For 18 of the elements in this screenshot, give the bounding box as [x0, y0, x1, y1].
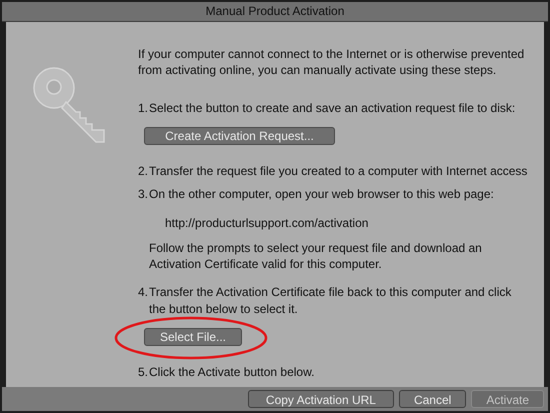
step-text: Click the Activate button below.	[149, 364, 314, 381]
dialog-button[interactable]: Copy Activation URL	[248, 390, 394, 408]
step-text: Transfer the Activation Certificate file back to this computer and click the button below to select it.	[149, 284, 512, 318]
step-text: On the other computer, open your web browser to this web page:	[149, 186, 494, 203]
step-text: Transfer the request file you created to a computer with Internet access	[149, 162, 528, 180]
url-text: http://producturlsupport.com/activation	[165, 214, 370, 231]
step-text: Select the button to create and save an activation request file to disk:	[149, 100, 516, 117]
step-number: 3.	[138, 186, 149, 203]
step-number: 2.	[138, 162, 149, 180]
note-text: Follow the prompts to select your request file and download an Activation Certificate valid for this computer.	[149, 240, 483, 272]
dialog-button[interactable]: Cancel	[398, 390, 466, 408]
action-button[interactable]: Create Activation Request...	[144, 126, 335, 145]
step-number: 4.	[138, 284, 149, 301]
window-title: Manual Product Activation	[206, 3, 344, 20]
intro-text: If your computer cannot connect to the Internet or is otherwise prevented from activating online, you can manually activate using these steps.	[138, 46, 526, 78]
step-number: 1.	[138, 100, 149, 117]
action-button[interactable]: Select File...	[144, 328, 242, 346]
step-number: 5.	[138, 364, 149, 381]
